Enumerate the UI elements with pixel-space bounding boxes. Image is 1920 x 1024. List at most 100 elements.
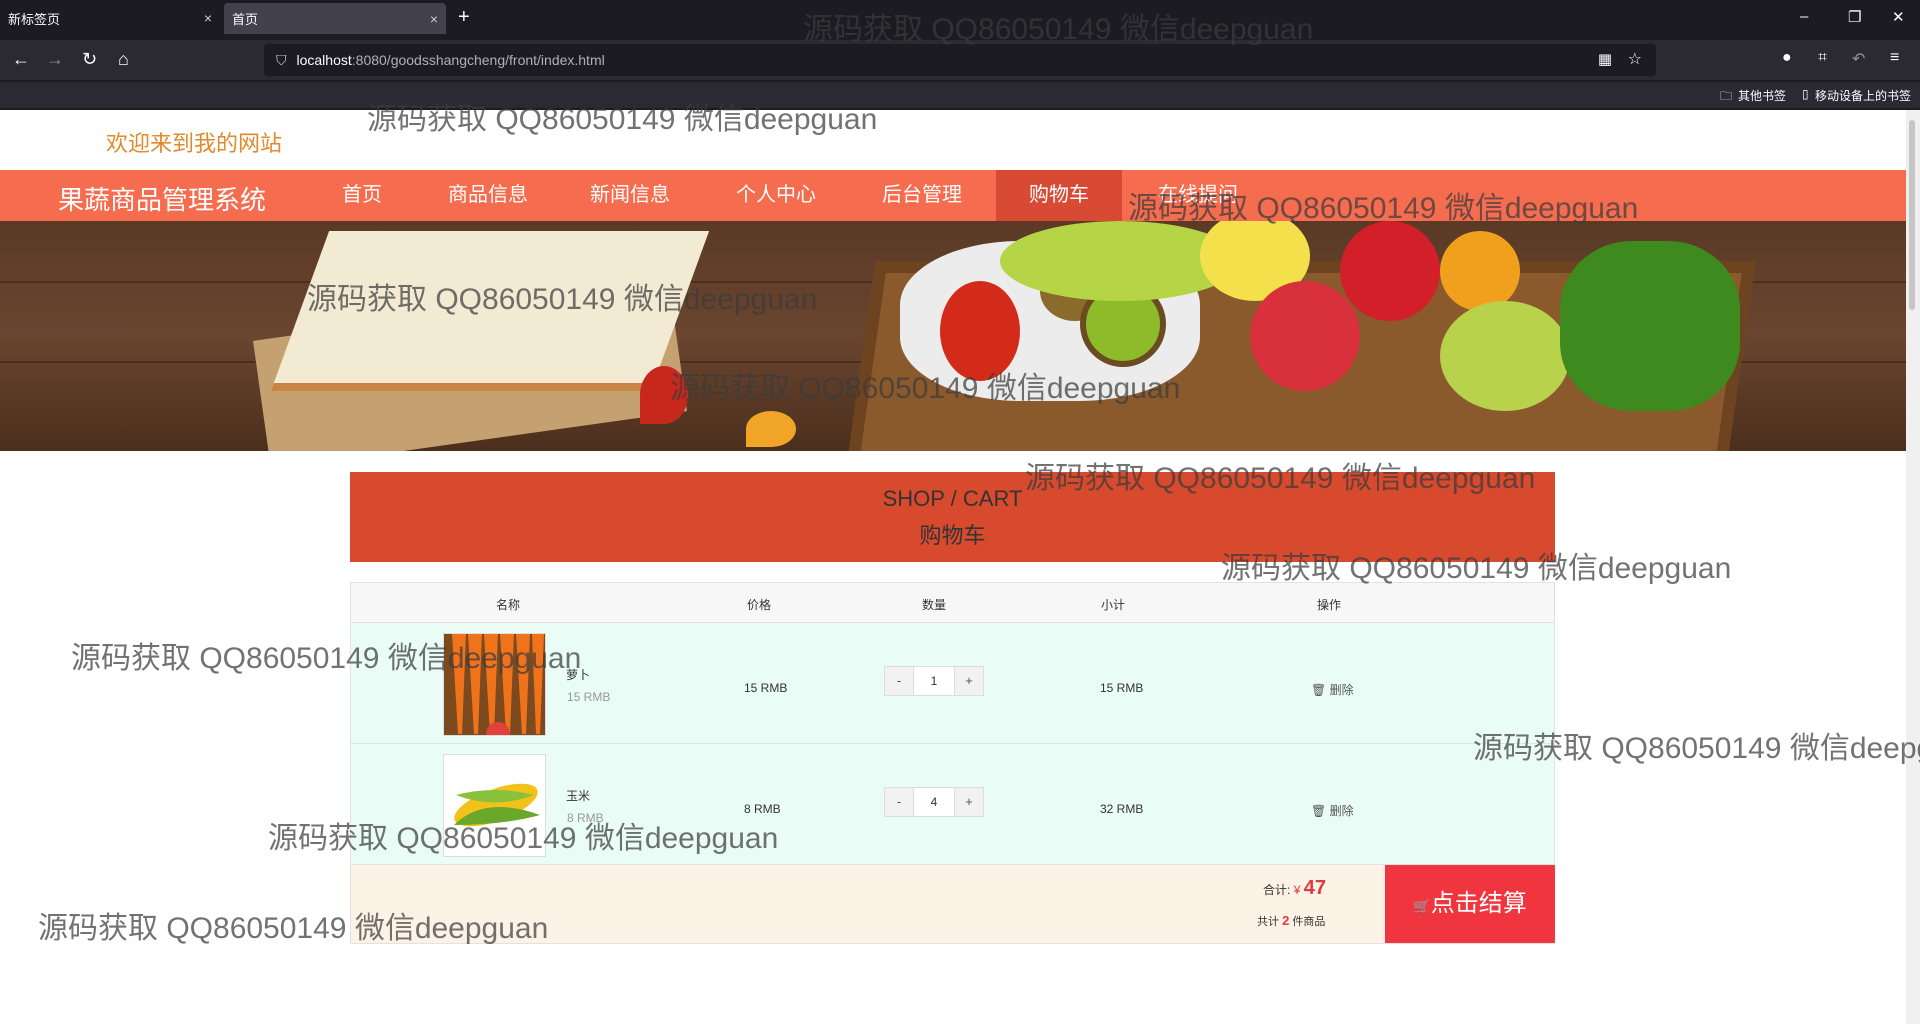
book-image — [270, 231, 710, 391]
item-subtotal: 32 RMB — [1100, 802, 1144, 816]
bookmark-mobile[interactable]: 移动设备上的书签 — [1815, 87, 1911, 104]
nav-products[interactable]: 商品信息 — [438, 170, 538, 221]
apple-image — [1250, 281, 1360, 391]
close-icon[interactable]: × — [204, 10, 212, 26]
delete-button[interactable]: 🗑 删除 — [1311, 681, 1354, 698]
item-subtotal: 15 RMB — [1100, 681, 1144, 695]
apple-image — [1340, 221, 1440, 321]
quantity-input[interactable]: 1 — [914, 666, 954, 696]
crop-icon[interactable]: ⌗ — [1818, 49, 1827, 67]
nav-news[interactable]: 新闻信息 — [580, 170, 680, 221]
trash-icon: 🗑 — [1311, 804, 1327, 818]
cart-icon: 🛒 — [1413, 898, 1431, 914]
cart-footer: 合计: ¥ 47 共计 2 件商品 🛒点击结算 — [351, 865, 1555, 943]
site-brand: 果蔬商品管理系统 — [58, 185, 267, 215]
checkout-button[interactable]: 🛒点击结算 — [1385, 865, 1555, 943]
item-count: 共计 2 件商品 — [1257, 913, 1325, 929]
undo-icon[interactable]: ↶ — [1852, 49, 1865, 69]
pepper-image — [940, 281, 1020, 381]
leaf-image — [746, 411, 796, 447]
nav-profile[interactable]: 个人中心 — [726, 170, 826, 221]
qr-code-icon[interactable]: ▦ — [1598, 50, 1612, 68]
tab-title: 新标签页 — [8, 11, 61, 27]
nav-bar: ← → ↻ ⌂ ⛉ localhost :8080/goodsshangchen… — [0, 40, 1920, 80]
tab-home[interactable]: 首页 × — [224, 3, 446, 34]
cart-heading-en: SHOP / CART — [882, 486, 1023, 511]
decrement-button[interactable]: - — [884, 787, 914, 817]
increment-button[interactable]: + — [954, 666, 984, 696]
tab-bar: 新标签页 × 首页 × + – ❐ ✕ — [0, 0, 1920, 36]
forward-icon[interactable]: → — [46, 49, 64, 70]
cart-total: 合计: ¥ 47 — [1263, 877, 1326, 900]
main-nav: 果蔬商品管理系统 首页 商品信息 新闻信息 个人中心 后台管理 购物车 在线提问 — [0, 170, 1906, 221]
delete-button[interactable]: 🗑 删除 — [1311, 802, 1354, 819]
delete-label: 删除 — [1329, 804, 1354, 818]
url-host: localhost — [296, 52, 352, 68]
item-price: 8 RMB — [744, 802, 781, 816]
green-grapes-image — [1440, 301, 1570, 411]
cart-heading-zh: 购物车 — [919, 523, 986, 548]
url-path: :8080/goodsshangcheng/front/index.html — [351, 52, 605, 68]
item-price: 15 RMB — [744, 681, 788, 695]
col-qty: 数量 — [922, 598, 947, 612]
account-icon[interactable]: ● — [1782, 49, 1792, 67]
product-image-carrot[interactable] — [443, 633, 546, 736]
menu-icon[interactable]: ≡ — [1890, 49, 1899, 67]
delete-label: 删除 — [1329, 683, 1354, 697]
orange-pepper-image — [1440, 231, 1520, 311]
table-header: 名称 价格 数量 小计 操作 — [351, 583, 1554, 623]
leaf-image — [640, 366, 688, 424]
nav-admin[interactable]: 后台管理 — [872, 170, 972, 221]
nav-home[interactable]: 首页 — [322, 170, 402, 221]
quantity-stepper: - 1 + — [884, 666, 984, 696]
quantity-stepper: - 4 + — [884, 787, 984, 817]
cart-table: 名称 价格 数量 小计 操作 萝卜 15 RMB 15 RMB - 1 + 15… — [350, 582, 1555, 944]
bookmarks-bar: 🗀 其他书签 ▯ 移动设备上的书签 — [0, 82, 1920, 108]
welcome-text: 欢迎来到我的网站 — [106, 131, 283, 156]
home-icon[interactable]: ⌂ — [118, 49, 129, 70]
nav-qa[interactable]: 在线提问 — [1148, 170, 1248, 221]
bookmark-star-icon[interactable]: ☆ — [1628, 49, 1642, 69]
currency-symbol: ¥ — [1293, 883, 1301, 897]
increment-button[interactable]: + — [954, 787, 984, 817]
total-amount: 47 — [1303, 877, 1326, 899]
product-image-corn[interactable] — [443, 754, 546, 857]
close-icon[interactable]: × — [430, 11, 438, 27]
product-name[interactable]: 萝卜 — [566, 666, 590, 683]
new-tab-button[interactable]: + — [458, 6, 470, 29]
total-label: 合计: — [1263, 883, 1291, 897]
product-name[interactable]: 玉米 — [566, 787, 590, 804]
shield-icon: ⛉ — [276, 51, 287, 68]
quantity-input[interactable]: 4 — [914, 787, 954, 817]
browser-chrome: 新标签页 × 首页 × + – ❐ ✕ ← → ↻ ⌂ ⛉ localhost … — [0, 0, 1920, 110]
product-unit-price: 15 RMB — [567, 690, 611, 704]
col-price: 价格 — [747, 598, 772, 612]
tab-new[interactable]: 新标签页 × — [0, 0, 220, 36]
reload-icon[interactable]: ↻ — [82, 49, 97, 70]
table-row: 玉米 8 RMB 8 RMB - 4 + 32 RMB 🗑 删除 — [351, 744, 1554, 865]
close-window-icon[interactable]: ✕ — [1892, 8, 1905, 26]
restore-icon[interactable]: ❐ — [1848, 8, 1861, 26]
count-value: 2 — [1282, 913, 1290, 928]
table-row: 萝卜 15 RMB 15 RMB - 1 + 15 RMB 🗑 删除 — [351, 623, 1554, 744]
address-bar[interactable]: ⛉ localhost :8080/goodsshangcheng/front/… — [264, 44, 1656, 76]
checkout-label: 点击结算 — [1430, 890, 1527, 917]
bookmark-other[interactable]: 其他书签 — [1738, 87, 1786, 104]
folder-icon: 🗀 — [1720, 89, 1733, 103]
decrement-button[interactable]: - — [884, 666, 914, 696]
count-prefix: 共计 — [1257, 916, 1279, 928]
nav-cart[interactable]: 购物车 — [996, 170, 1122, 221]
product-unit-price: 8 RMB — [567, 811, 604, 825]
leaves-image — [1560, 241, 1740, 411]
col-subtotal: 小计 — [1101, 598, 1126, 612]
count-suffix: 件商品 — [1292, 916, 1326, 928]
page: 欢迎来到我的网站 果蔬商品管理系统 首页 商品信息 新闻信息 个人中心 后台管理… — [0, 110, 1906, 1024]
scrollbar-thumb[interactable] — [1909, 120, 1915, 310]
mobile-icon: ▯ — [1802, 87, 1809, 101]
back-icon[interactable]: ← — [12, 49, 30, 70]
trash-icon: 🗑 — [1311, 683, 1327, 697]
banner-carousel[interactable] — [0, 221, 1906, 451]
col-action: 操作 — [1317, 598, 1342, 612]
tab-title: 首页 — [232, 12, 259, 27]
minimize-icon[interactable]: – — [1800, 8, 1808, 25]
